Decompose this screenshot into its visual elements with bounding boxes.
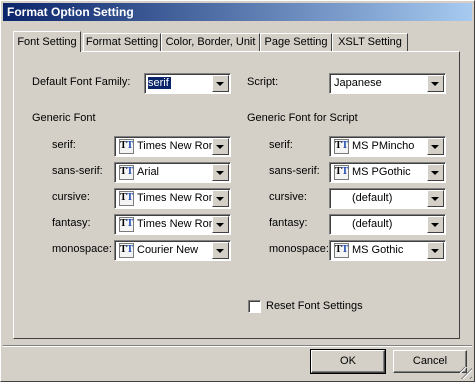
generic-serif-value: Times New Roman (137, 140, 213, 152)
generic-sans-serif-label: sans-serif: (52, 165, 103, 177)
truetype-font-icon: TT (119, 191, 134, 206)
reset-font-settings-checkbox[interactable] (248, 300, 261, 313)
truetype-font-icon: TT (119, 243, 134, 258)
script-value: Japanese (334, 77, 382, 89)
default-font-family-label-text: Default Font Family: (32, 76, 131, 88)
script-monospace-value: MS Gothic (352, 244, 404, 256)
generic-monospace-value: Courier New (137, 244, 199, 256)
default-font-family-value: serif (148, 77, 171, 89)
chevron-down-icon[interactable] (212, 164, 229, 181)
tab-font-setting[interactable]: Font Setting (13, 31, 81, 52)
truetype-font-icon: TT (119, 139, 134, 154)
script-font-heading: Generic Font for Script (247, 112, 358, 124)
truetype-font-icon: TT (334, 139, 349, 154)
script-monospace-select[interactable]: TT MS Gothic (329, 240, 446, 261)
default-font-family-select[interactable]: serif (144, 73, 231, 94)
font-setting-panel: Default Font Family: serif Script: Japan… (13, 51, 460, 339)
generic-cursive-label: cursive: (52, 191, 90, 203)
generic-fantasy-select[interactable]: TT Times New Roman (114, 214, 231, 235)
tab-color-border-unit[interactable]: Color, Border, Unit (161, 33, 260, 51)
chevron-down-icon[interactable] (427, 164, 444, 181)
chevron-down-icon[interactable] (212, 242, 229, 259)
chevron-down-icon[interactable] (212, 216, 229, 233)
title-bar[interactable]: Format Option Setting (3, 3, 472, 21)
generic-monospace-label: monospace: (52, 243, 112, 255)
script-serif-select[interactable]: TT MS PMincho (329, 136, 446, 157)
chevron-down-icon[interactable] (427, 75, 444, 92)
truetype-font-icon: TT (119, 217, 134, 232)
script-cursive-label: cursive: (269, 191, 307, 203)
script-cursive-select[interactable]: (default) (329, 188, 446, 209)
script-sans-serif-value: MS PGothic (352, 166, 411, 178)
script-fantasy-label: fantasy: (269, 217, 308, 229)
tab-page-setting[interactable]: Page Setting (260, 33, 332, 51)
script-sans-serif-select[interactable]: TT MS PGothic (329, 162, 446, 183)
chevron-down-icon[interactable] (427, 190, 444, 207)
generic-serif-label: serif: (52, 139, 76, 151)
truetype-font-icon: TT (334, 165, 349, 180)
cancel-button[interactable]: Cancel (393, 350, 467, 373)
truetype-font-icon: TT (334, 243, 349, 258)
generic-font-heading: Generic Font (32, 112, 96, 124)
generic-monospace-select[interactable]: TT Courier New (114, 240, 231, 261)
chevron-down-icon[interactable] (212, 190, 229, 207)
window-title: Format Option Setting (7, 5, 134, 19)
generic-cursive-value: Times New Roman (137, 192, 213, 204)
generic-serif-select[interactable]: TT Times New Roman (114, 136, 231, 157)
script-fantasy-select[interactable]: (default) (329, 214, 446, 235)
chevron-down-icon[interactable] (427, 138, 444, 155)
reset-font-settings-label[interactable]: Reset Font Settings (266, 300, 363, 312)
generic-sans-serif-select[interactable]: TT Arial (114, 162, 231, 183)
script-serif-label: serif: (269, 139, 293, 151)
dialog-window: Format Option Setting Font Setting Forma… (0, 0, 475, 382)
generic-fantasy-value: Times New Roman (137, 218, 213, 230)
default-font-family-label: Default Font Family: (32, 76, 130, 88)
script-fantasy-value: (default) (352, 218, 393, 230)
chevron-down-icon[interactable] (427, 242, 444, 259)
generic-fantasy-label: fantasy: (52, 217, 91, 229)
generic-sans-serif-value: Arial (137, 166, 160, 178)
tab-format-setting[interactable]: Format Setting (83, 33, 161, 51)
generic-cursive-select[interactable]: TT Times New Roman (114, 188, 231, 209)
resize-grip-icon[interactable] (460, 367, 472, 379)
truetype-font-icon: TT (119, 165, 134, 180)
script-cursive-value: (default) (352, 192, 393, 204)
chevron-down-icon[interactable] (212, 138, 229, 155)
script-sans-serif-label: sans-serif: (269, 165, 320, 177)
script-label: Script: (247, 76, 279, 88)
chevron-down-icon[interactable] (427, 216, 444, 233)
script-serif-value: MS PMincho (352, 140, 415, 152)
script-select[interactable]: Japanese (329, 73, 446, 94)
script-monospace-label: monospace: (269, 243, 329, 255)
footer-divider (3, 345, 472, 347)
chevron-down-icon[interactable] (212, 75, 229, 92)
default-font-family-selected: serif (148, 77, 171, 89)
ok-button[interactable]: OK (310, 349, 386, 374)
tab-xslt-setting[interactable]: XSLT Setting (332, 33, 408, 51)
